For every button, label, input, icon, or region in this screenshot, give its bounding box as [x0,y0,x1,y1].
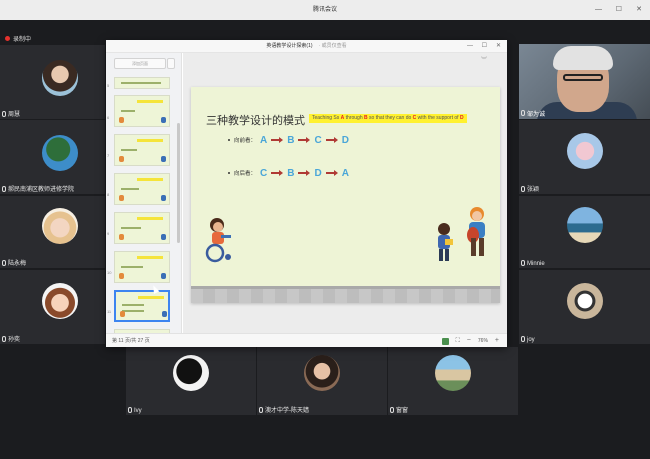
minimize-icon[interactable]: — [467,40,473,53]
student-with-guitar-illustration [467,207,485,256]
thumbnail-number: 6 [107,115,110,120]
microphone-icon [128,407,132,413]
microphone-icon [521,336,525,342]
more-options-button[interactable] [167,58,175,69]
avatar [567,207,603,243]
slide-thumbnail[interactable] [114,95,170,127]
thumbnail-number: 5 [107,83,110,88]
close-icon[interactable]: ✕ [496,40,501,53]
participant-name: Ivy [134,408,142,414]
participant-tile[interactable]: Ivy [126,347,256,415]
participant-name: 澳才中学-陈天嫱 [265,408,309,414]
participant-name: 周慧 [8,112,21,118]
arrow-right-icon [325,170,338,176]
microphone-icon [259,407,263,413]
maximize-icon[interactable]: ☐ [616,0,622,20]
current-slide: 三种教学设计的模式 Teaching Ss A through B so tha… [191,87,500,303]
microphone-icon [2,260,6,266]
participant-name: 孙奕 [8,337,21,343]
microphone-icon [2,111,6,117]
document-titlebar: 英语教学设计探索(1) · 或员仅查看 — ☐ ✕ [106,40,507,53]
thumbnail-number: 10 [107,270,112,275]
participant-name: 邹为诚 [527,112,546,118]
zoom-in-button[interactable]: + [495,334,499,348]
microphone-icon [521,110,525,116]
slide-tagline: Teaching Ss A through B so that they can… [309,114,467,123]
participant-tile[interactable]: 澳才中学-陈天嫱 [257,347,387,415]
avatar [42,208,78,244]
participant-name: joy [527,337,535,343]
slide-thumbnail[interactable] [114,134,170,166]
collapse-icon[interactable]: ︾ [481,55,487,64]
thumbnail-number: 8 [107,192,110,197]
glasses-icon [563,74,603,81]
avatar [304,355,340,391]
avatar [42,135,78,171]
avatar [42,60,78,96]
maximize-icon[interactable]: ☐ [482,40,487,53]
avatar [42,283,78,319]
recording-icon [5,36,10,41]
minimize-icon[interactable]: — [595,0,602,20]
participant-name: 郝民南浦区教师进修学院 [8,187,75,193]
thumbnail-number: 7 [107,153,110,158]
add-slide-button[interactable]: 添加页面 [114,58,166,69]
participant-name: 窗窗 [396,408,409,414]
participant-tile[interactable]: 周慧 [0,45,105,119]
speaker-video[interactable]: 邹为诚 [519,44,650,119]
slide-thumbnail[interactable] [114,77,170,89]
close-icon[interactable]: ✕ [636,0,642,20]
page-indicator: 第 11 页/共 27 页 [112,338,150,344]
window-title: 腾讯会议 [312,7,337,13]
participant-name: 张颖 [527,187,540,193]
slide-title: 三种教学设计的模式 [206,115,305,127]
document-subtitle: · 或员仅查看 [318,43,347,49]
participant-tile[interactable]: joy [519,270,650,344]
avatar [173,355,209,391]
backward-design-row: 向后看： C B D A [228,167,349,179]
avatar [567,283,603,319]
document-title: 英语教学设计探索(1) [266,43,313,49]
annotate-icon[interactable] [441,337,449,345]
shared-document-window[interactable]: 英语教学设计探索(1) · 或员仅查看 — ☐ ✕ 添加页面 5 6 7 8 9 … [106,40,507,347]
recording-label[interactable]: 录制中 [13,34,31,43]
microphone-icon [2,336,6,342]
participant-tile[interactable]: 窗窗 [388,347,518,415]
forward-design-row: 向前看： A B C D [228,134,349,146]
thumbnail-number: 11 [107,309,112,314]
microphone-icon [390,407,394,413]
microphone-icon [2,186,6,192]
slide-floor-decoration [191,289,500,303]
participant-tile[interactable]: 郝民南浦区教师进修学院 [0,120,105,194]
thumbnail-scrollbar[interactable] [177,123,180,243]
student-with-book-illustration [438,223,453,261]
avatar [435,355,471,391]
participant-name: Minnie [527,261,545,267]
arrow-right-icon [271,170,284,176]
slide-thumbnail-selected[interactable] [114,290,170,322]
participant-tile[interactable]: 张颖 [519,120,650,194]
avatar [567,133,603,169]
slide-thumbnail[interactable] [114,173,170,205]
participant-tile[interactable]: 陆永梅 [0,196,105,268]
participant-name: 陆永梅 [8,261,27,267]
arrow-right-icon [298,137,311,143]
thumbnail-number: 9 [107,231,110,236]
zoom-level[interactable]: 76% [478,334,488,348]
slide-thumbnail[interactable] [114,212,170,244]
arrow-right-icon [325,137,338,143]
zoom-out-button[interactable]: − [467,334,471,348]
arrow-right-icon [271,137,284,143]
participant-tile[interactable]: 孙奕 [0,270,105,344]
arrow-right-icon [298,170,311,176]
app-titlebar: 腾讯会议 — ☐ ✕ [0,0,650,20]
slide-thumbnail[interactable] [114,251,170,283]
fit-screen-icon[interactable]: ⛶ [456,334,460,348]
microphone-icon [521,186,525,192]
document-statusbar: 第 11 页/共 27 页 ⛶ − 76% + [106,333,507,347]
slide-thumbnail-panel[interactable]: 添加页面 5 6 7 8 9 10 11 12 [106,53,182,333]
wheelchair-student-illustration [205,218,231,263]
participant-tile[interactable]: Minnie [519,196,650,268]
microphone-icon [521,260,525,266]
